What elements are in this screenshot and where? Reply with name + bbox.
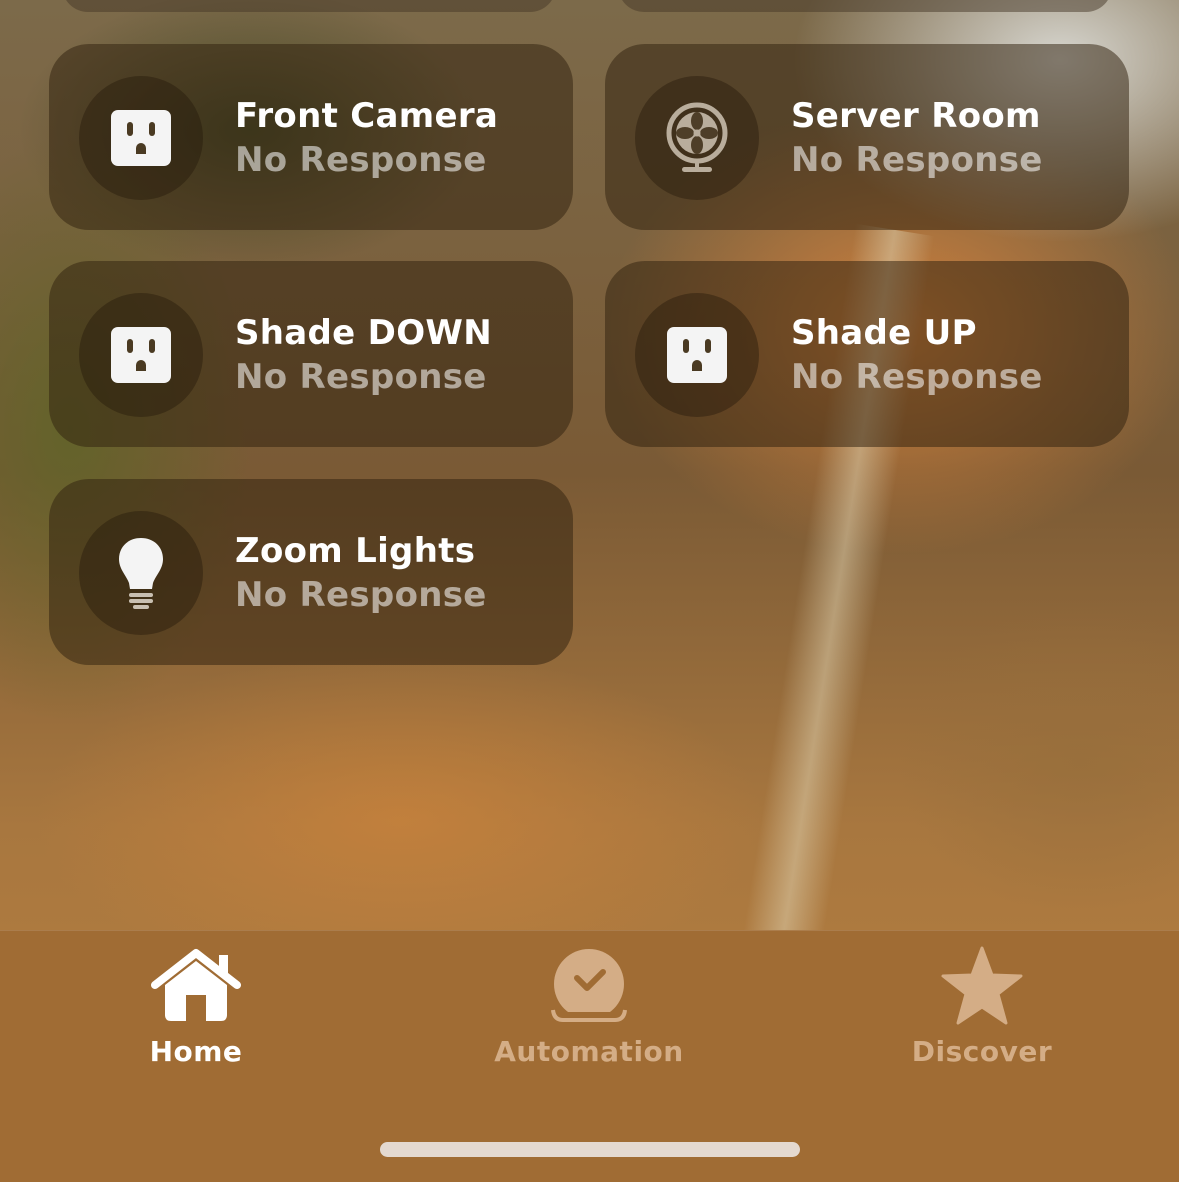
accessory-status: No Response <box>235 357 487 397</box>
tab-discover[interactable]: Discover <box>882 931 1082 1091</box>
accessory-tile-front-camera[interactable]: Front Camera No Response <box>49 44 573 230</box>
accessory-status: No Response <box>235 575 487 615</box>
accessory-status: No Response <box>791 140 1043 180</box>
accessory-status: No Response <box>791 357 1043 397</box>
tab-home[interactable]: Home <box>96 931 296 1091</box>
tab-label: Discover <box>911 1035 1053 1068</box>
accessory-icon-button[interactable] <box>635 76 759 200</box>
accessory-icon-button[interactable] <box>79 511 203 635</box>
lightbulb-icon <box>119 538 163 609</box>
partial-accessory-tile[interactable] <box>618 0 1112 12</box>
accessory-name: Front Camera <box>235 96 499 136</box>
accessory-icon-button[interactable] <box>79 293 203 417</box>
accessory-name: Server Room <box>791 96 1041 136</box>
accessory-tile-zoom-lights[interactable]: Zoom Lights No Response <box>49 479 573 665</box>
accessory-name: Shade UP <box>791 313 977 353</box>
accessory-name: Shade DOWN <box>235 313 492 353</box>
accessory-name: Zoom Lights <box>235 531 476 571</box>
outlet-icon <box>667 327 727 383</box>
tab-label: Automation <box>494 1035 684 1068</box>
accessory-status: No Response <box>235 140 487 180</box>
accessory-tile-server-room[interactable]: Server Room No Response <box>605 44 1129 230</box>
accessory-tile-shade-up[interactable]: Shade UP No Response <box>605 261 1129 447</box>
house-icon <box>151 949 241 1021</box>
accessory-icon-button[interactable] <box>79 76 203 200</box>
tab-automation[interactable]: Automation <box>489 931 689 1091</box>
outlet-icon <box>111 110 171 166</box>
fan-icon <box>666 102 728 172</box>
star-icon <box>941 946 1023 1025</box>
home-indicator[interactable] <box>380 1142 800 1157</box>
outlet-icon <box>111 327 171 383</box>
tab-label: Home <box>149 1035 243 1068</box>
accessory-tile-shade-down[interactable]: Shade DOWN No Response <box>49 261 573 447</box>
accessory-icon-button[interactable] <box>635 293 759 417</box>
clock-check-icon <box>551 949 627 1024</box>
partial-accessory-tile[interactable] <box>62 0 556 12</box>
